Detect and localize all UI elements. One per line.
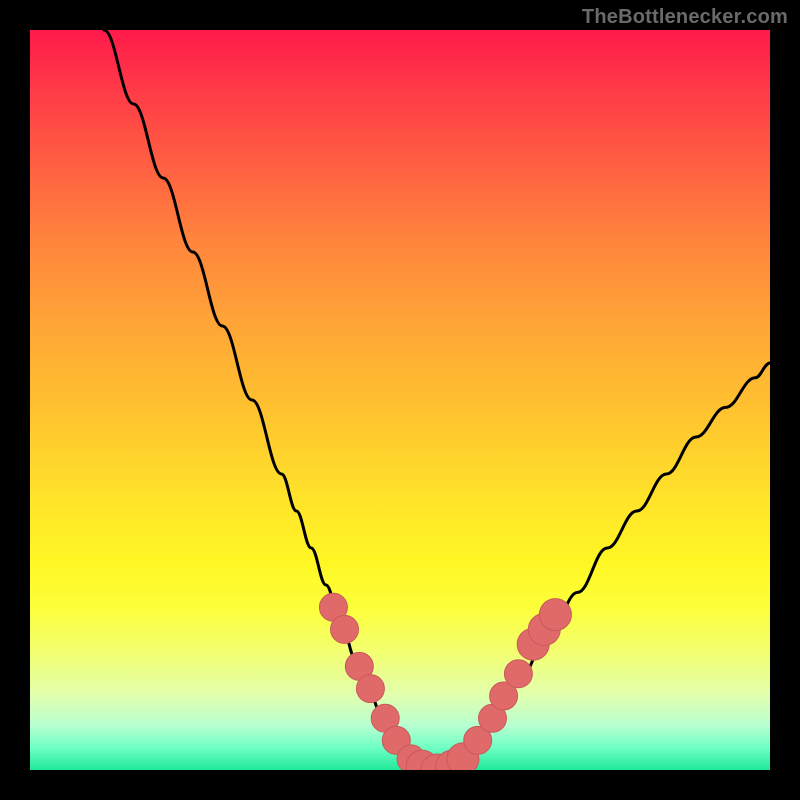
data-marker bbox=[504, 660, 532, 688]
data-marker bbox=[356, 675, 384, 703]
bottleneck-curve-svg bbox=[30, 30, 770, 770]
data-marker bbox=[331, 615, 359, 643]
watermark-label: TheBottlenecker.com bbox=[582, 6, 788, 29]
marker-group bbox=[319, 593, 571, 770]
bottleneck-curve bbox=[104, 30, 770, 770]
plot-area: line bbox=[30, 30, 770, 770]
data-marker bbox=[539, 599, 571, 631]
chart-frame: line bbox=[30, 30, 770, 770]
